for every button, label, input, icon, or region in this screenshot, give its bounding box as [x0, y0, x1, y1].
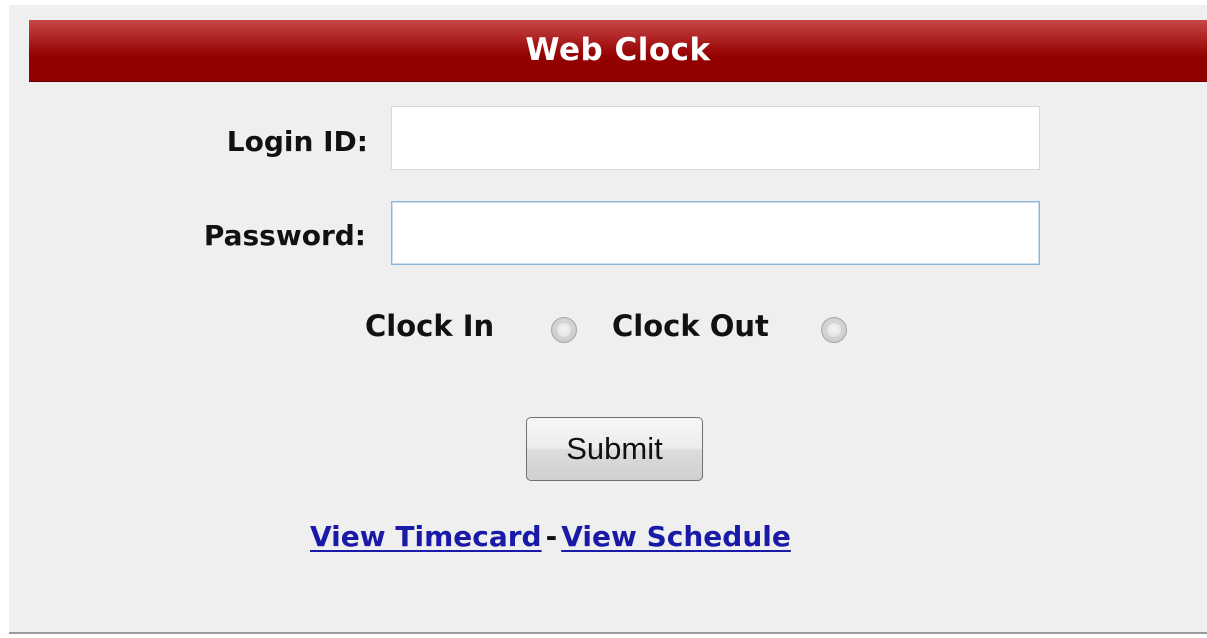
panel-bottom-divider	[9, 632, 1207, 634]
clock-out-radio[interactable]	[821, 317, 847, 343]
link-separator: -	[545, 520, 558, 553]
clock-out-label: Clock Out	[612, 309, 769, 343]
header-bar: Web Clock	[29, 20, 1207, 82]
clock-in-label: Clock In	[365, 309, 495, 343]
clock-action-group: Clock In Clock Out	[0, 306, 1207, 350]
submit-button[interactable]: Submit	[526, 417, 703, 481]
view-timecard-link[interactable]: View Timecard	[310, 520, 542, 553]
password-input[interactable]	[391, 201, 1040, 265]
page-title: Web Clock	[525, 31, 711, 68]
login-id-label: Login ID:	[226, 125, 368, 158]
view-schedule-link[interactable]: View Schedule	[561, 520, 791, 553]
clock-in-radio[interactable]	[551, 317, 577, 343]
password-label: Password:	[203, 219, 366, 252]
login-id-input[interactable]	[391, 106, 1040, 170]
